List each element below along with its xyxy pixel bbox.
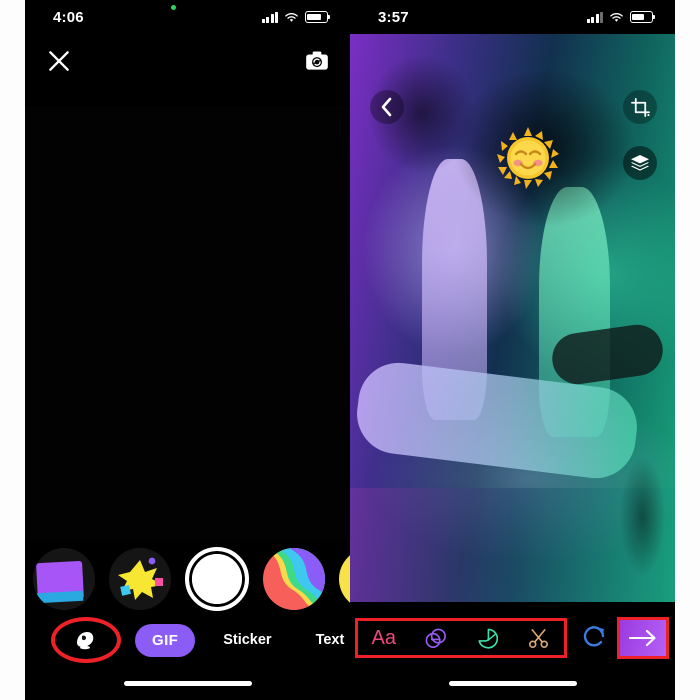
back-button[interactable]	[370, 90, 404, 124]
sun-smiling-emoji-sticker[interactable]	[496, 126, 560, 190]
edited-photo-canvas[interactable]	[350, 34, 675, 602]
camera-flip-icon[interactable]	[304, 48, 330, 74]
text-tool-button[interactable]: Aa	[358, 627, 410, 650]
lens-rainbow-swirl[interactable]	[263, 548, 325, 610]
gif-button[interactable]: GIF	[135, 623, 196, 657]
home-indicator	[448, 681, 577, 686]
green-recording-dot	[171, 5, 176, 10]
battery-icon	[630, 11, 656, 23]
send-button[interactable]	[617, 617, 669, 659]
lens-purple-square[interactable]	[33, 548, 95, 610]
sticker-mode-label[interactable]: Sticker	[223, 632, 271, 648]
lens-carousel[interactable]	[25, 543, 350, 615]
draw-tool-button[interactable]	[410, 627, 462, 650]
home-indicator	[123, 681, 252, 686]
crop-icon	[630, 97, 650, 117]
arrow-right-icon	[629, 629, 656, 647]
sticker-icon	[478, 628, 499, 649]
camera-viewfinder[interactable]	[25, 106, 350, 540]
scissors-tool-button[interactable]	[513, 627, 565, 650]
layers-icon	[631, 155, 649, 171]
left-phone-camera-screen: 4:06 GIF Sticker Text	[25, 0, 350, 700]
left-status-time: 4:06	[53, 8, 84, 26]
camera-top-controls	[25, 34, 350, 129]
lens-star-burst[interactable]	[109, 548, 171, 610]
edit-tools-group-highlighted: Aa	[355, 618, 567, 658]
scissors-icon	[528, 628, 548, 648]
right-phone-editor-screen: 3:57 Aa	[350, 0, 675, 700]
right-status-time: 3:57	[378, 8, 409, 26]
screenshot-root: 4:06 GIF Sticker Text 3:57 Aa	[0, 0, 700, 700]
highlight-annotation-lens-button	[51, 617, 121, 663]
crop-button[interactable]	[623, 90, 657, 124]
draw-overlap-icon	[425, 628, 446, 648]
lens-smiley-face[interactable]	[339, 548, 350, 610]
cellular-bars-icon	[261, 11, 278, 23]
wifi-icon	[610, 12, 623, 22]
close-icon[interactable]	[46, 48, 72, 74]
text-mode-label[interactable]: Text	[316, 632, 345, 648]
chevron-left-icon	[381, 97, 392, 117]
left-status-icons	[261, 11, 331, 23]
left-status-bar: 4:06	[25, 0, 350, 34]
redo-button[interactable]	[582, 624, 608, 650]
layers-button[interactable]	[623, 146, 657, 180]
sticker-tool-button[interactable]	[461, 627, 513, 650]
right-status-icons	[586, 11, 656, 23]
right-status-bar: 3:57	[350, 0, 675, 34]
text-tool-label: Aa	[371, 626, 396, 649]
cellular-bars-icon	[586, 11, 603, 23]
wifi-icon	[285, 12, 298, 22]
lens-shutter-button[interactable]	[185, 547, 249, 611]
battery-icon	[305, 11, 331, 23]
